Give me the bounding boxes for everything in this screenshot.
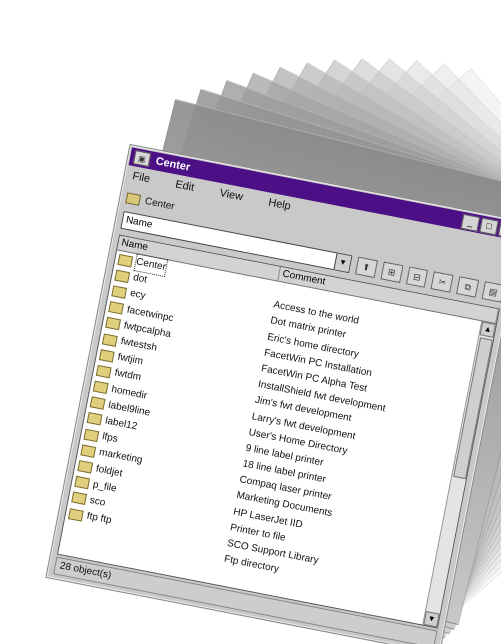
folder-icon bbox=[71, 491, 87, 506]
folder-icon bbox=[74, 476, 91, 490]
folder-icon bbox=[92, 380, 109, 395]
copy-button[interactable]: ⧉ bbox=[456, 276, 480, 298]
paste-button[interactable]: ▤ bbox=[481, 281, 501, 303]
menu-help[interactable]: Help bbox=[263, 196, 296, 218]
folder-icon bbox=[95, 364, 112, 379]
menu-file[interactable]: File bbox=[127, 169, 155, 190]
cut-button[interactable]: ✂ bbox=[430, 271, 454, 293]
map-drive-button[interactable]: ⊞ bbox=[380, 261, 404, 283]
folder-icon bbox=[105, 317, 121, 331]
folder-icon bbox=[83, 428, 100, 442]
menu-edit[interactable]: Edit bbox=[170, 178, 200, 199]
dropdown-value: Name bbox=[124, 214, 154, 231]
folder-icon bbox=[86, 412, 103, 426]
disconnect-button[interactable]: ⊟ bbox=[405, 266, 429, 288]
window-title: Center bbox=[154, 155, 192, 174]
folder-icon bbox=[108, 301, 125, 315]
window-controls: _ □ × bbox=[460, 213, 501, 240]
computer-icon bbox=[125, 191, 142, 206]
stage: ▣ Center _ □ × File Edit View Help Cente… bbox=[0, 0, 501, 644]
folder-icon bbox=[98, 348, 115, 363]
up-folder-button[interactable]: ⬆ bbox=[354, 256, 378, 279]
scroll-up-icon[interactable]: ▲ bbox=[479, 321, 496, 338]
folder-icon bbox=[77, 460, 94, 474]
folder-icon bbox=[111, 285, 128, 299]
folder-icon bbox=[101, 333, 118, 347]
menu-view[interactable]: View bbox=[214, 186, 248, 208]
scroll-down-icon[interactable]: ▼ bbox=[423, 611, 440, 628]
maximize-button[interactable]: □ bbox=[479, 217, 499, 236]
folder-icon bbox=[114, 269, 131, 283]
chevron-down-icon[interactable]: ▼ bbox=[333, 253, 352, 272]
folder-icon bbox=[117, 253, 134, 268]
address-label: Center bbox=[144, 195, 176, 212]
app-icon: ▣ bbox=[132, 150, 152, 167]
folder-icon bbox=[68, 507, 84, 522]
folder-icon bbox=[80, 444, 97, 458]
folder-icon bbox=[89, 396, 106, 411]
explorer-window: ▣ Center _ □ × File Edit View Help Cente… bbox=[45, 143, 501, 644]
minimize-button[interactable]: _ bbox=[460, 213, 481, 232]
